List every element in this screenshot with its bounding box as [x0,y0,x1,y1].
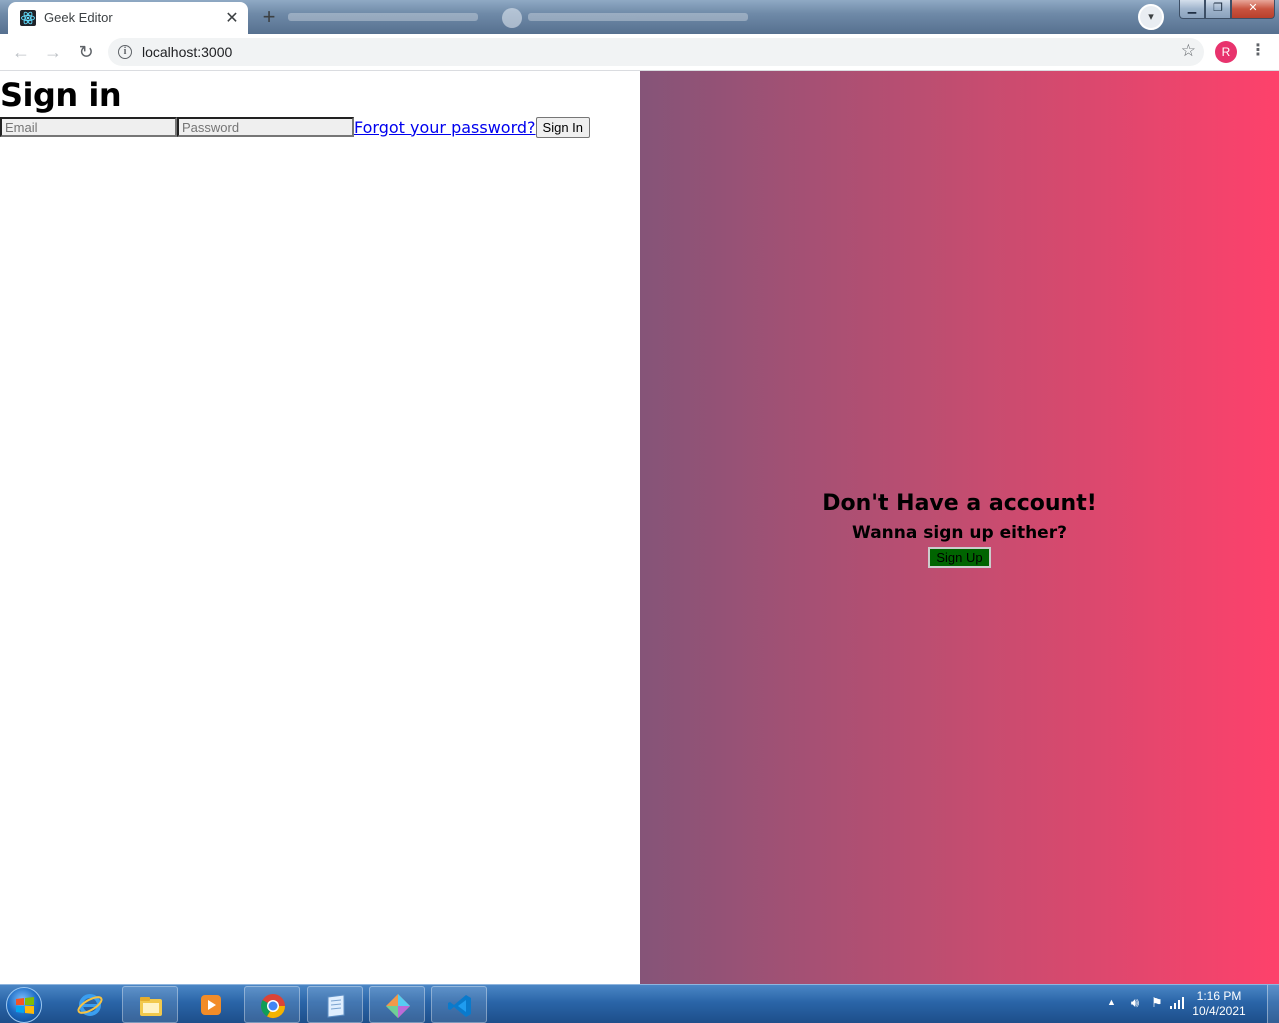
react-favicon-icon [20,10,36,26]
browser-toolbar: ← → ↻ i localhost:3000 ☆ R ⋮ [0,34,1279,71]
taskbar-notepad[interactable] [307,986,363,1023]
signup-heading: Don't Have a account! [822,491,1097,516]
background-tab[interactable] [494,4,774,32]
password-field[interactable] [177,117,354,137]
page-viewport: Sign in Forgot your password? Sign In Do… [0,71,1279,984]
tab-close-icon[interactable]: ✕ [224,8,240,28]
taskbar-file-explorer[interactable] [122,986,178,1023]
tab-search-dropdown-icon[interactable]: ▾ [1138,4,1164,30]
signup-panel: Don't Have a account! Wanna sign up eith… [640,71,1279,984]
action-center-flag-icon[interactable]: ⚑ [1149,995,1165,1011]
signin-form: Forgot your password? Sign In [0,116,591,138]
show-hidden-icons-icon[interactable]: ▲ [1107,997,1116,1007]
system-tray: ▲ 🔊︎ ⚑ 1:16 PM 10/4/2021 [1089,985,1279,1023]
tab-geek-editor[interactable]: Geek Editor ✕ [8,2,248,34]
volume-icon[interactable]: 🔊︎ [1127,995,1143,1011]
taskbar-git[interactable] [369,986,425,1023]
taskbar-vscode[interactable] [431,986,487,1023]
minimize-button[interactable]: ▁ [1179,0,1205,19]
profile-avatar[interactable]: R [1215,41,1237,63]
reload-icon[interactable]: ↻ [74,40,98,64]
background-tab-favicon-icon [502,8,522,28]
signup-button[interactable]: Sign Up [928,547,991,568]
site-info-icon[interactable]: i [118,45,132,59]
internet-explorer-icon [77,994,103,1016]
vscode-icon [448,995,471,1017]
clock-time: 1:16 PM [1196,989,1242,1003]
git-icon [386,994,410,1018]
bookmark-star-icon[interactable]: ☆ [1181,41,1196,61]
forward-arrow-icon[interactable]: → [41,40,65,64]
signup-subheading: Wanna sign up either? [852,523,1067,543]
chrome-icon [260,994,285,1019]
background-tab[interactable] [282,4,488,32]
media-player-icon [201,995,221,1015]
window-controls: ▁ ❐ ✕ [1179,0,1275,20]
start-button[interactable] [6,987,42,1023]
background-tab-label [528,13,748,21]
clock-date: 10/4/2021 [1192,1004,1246,1018]
browser-titlebar: Geek Editor ✕ + ▾ ▁ ❐ ✕ [0,0,1279,34]
windows-logo-icon [16,997,34,1014]
forgot-password-link[interactable]: Forgot your password? [354,118,536,137]
close-window-button[interactable]: ✕ [1231,0,1275,19]
network-signal-icon[interactable] [1169,995,1185,1011]
tab-title: Geek Editor [44,10,113,25]
notepad-icon [327,994,345,1018]
taskbar-media-player[interactable] [183,986,239,1023]
email-field[interactable] [0,117,177,137]
taskbar-chrome[interactable] [244,986,300,1023]
signin-heading: Sign in [0,76,122,114]
signin-panel: Sign in Forgot your password? Sign In [0,71,640,984]
url-text[interactable]: localhost:3000 [142,44,232,60]
restore-button[interactable]: ❐ [1205,0,1231,19]
background-tab-label [288,13,478,21]
windows-taskbar: ▲ 🔊︎ ⚑ 1:16 PM 10/4/2021 [0,984,1279,1023]
address-bar[interactable]: i localhost:3000 ☆ [108,38,1204,66]
signin-button[interactable]: Sign In [535,116,591,138]
taskbar-clock[interactable]: 1:16 PM 10/4/2021 [1189,989,1249,1019]
taskbar-internet-explorer[interactable] [62,986,118,1023]
back-arrow-icon[interactable]: ← [9,40,33,64]
show-desktop-button[interactable] [1267,985,1279,1023]
browser-menu-icon[interactable]: ⋮ [1250,40,1266,64]
file-explorer-icon [140,997,162,1016]
new-tab-button[interactable]: + [256,5,282,31]
